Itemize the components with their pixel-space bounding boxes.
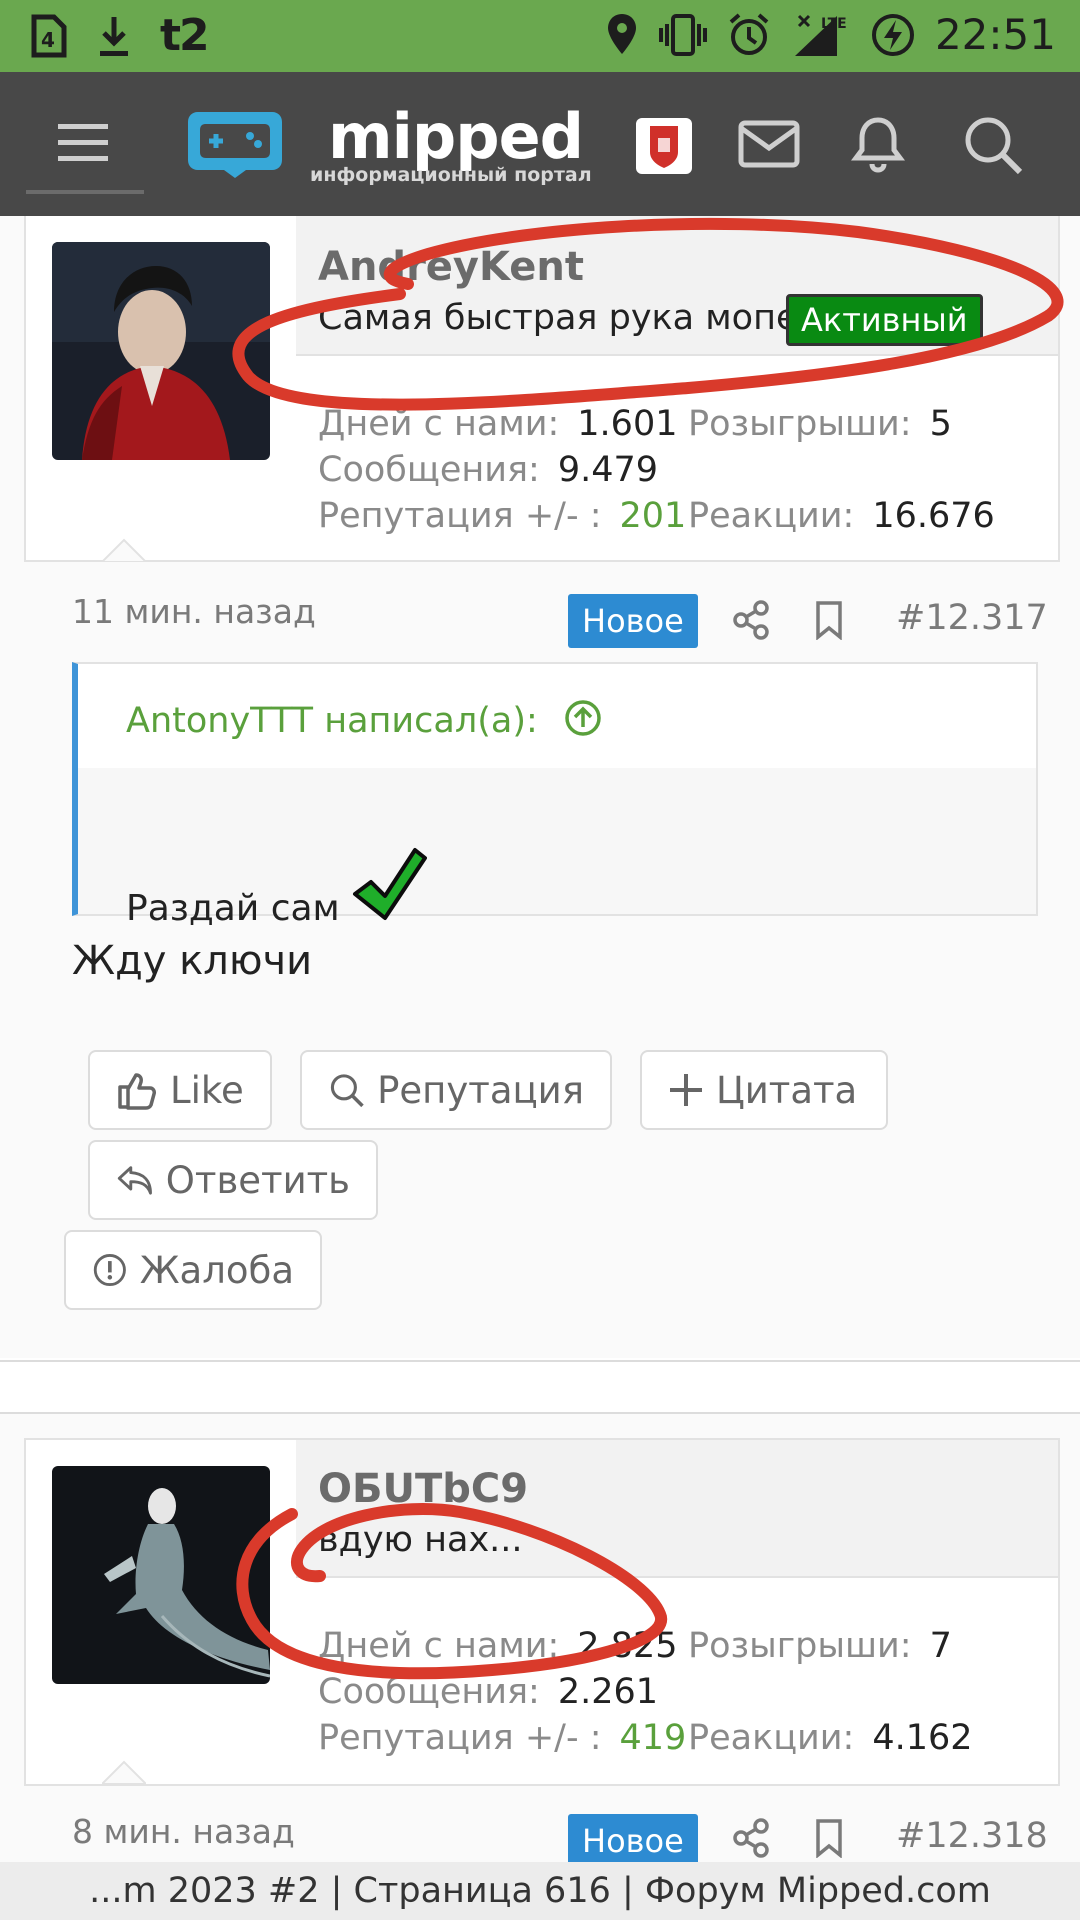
like-button[interactable]: Like	[88, 1050, 272, 1130]
post-12317: AndreyKent Самая быстрая рука мопеда Акт…	[0, 216, 1080, 1358]
report-button[interactable]: Жалоба	[64, 1230, 322, 1310]
stat-days: Дней с нами: 1.601	[318, 404, 678, 444]
bookmark-icon[interactable]	[814, 600, 844, 640]
app-bar: mipped информационный портал	[0, 72, 1080, 216]
post-time[interactable]: 8 мин. назад	[72, 1812, 295, 1851]
plus-icon	[670, 1074, 702, 1106]
quote-author[interactable]: AntonyTTT написал(а):	[126, 698, 603, 741]
card-pointer	[102, 538, 146, 562]
quote-body: Раздай сам	[78, 768, 1036, 929]
username[interactable]: ОБUТbС9	[318, 1466, 528, 1512]
stat-reputation: Репутация +/- :419	[318, 1718, 687, 1758]
stat-giveaways: Розыгрыши: 7	[688, 1626, 952, 1666]
search-icon[interactable]	[962, 114, 1024, 176]
post-number[interactable]: #12.318	[896, 1816, 1048, 1856]
checkmark-icon	[353, 848, 428, 920]
status-badge: Активный	[786, 294, 983, 346]
post-number[interactable]: #12.317	[896, 598, 1048, 638]
user-title: Самая быстрая рука мопеда	[318, 298, 844, 338]
share-icon[interactable]	[732, 600, 770, 640]
post-text: Жду ключи	[72, 938, 313, 984]
alarm-icon	[729, 12, 769, 55]
quote-text: Раздай сам	[126, 846, 428, 929]
user-head: ОБUТbС9 вдую нах...	[296, 1440, 1058, 1578]
menu-icon[interactable]	[56, 120, 112, 166]
sim-icon: 4	[31, 14, 67, 57]
download-icon	[100, 16, 128, 56]
new-badge: Новое	[568, 1814, 698, 1868]
quote-button[interactable]: Цитата	[640, 1050, 888, 1130]
reply-button[interactable]: Ответить	[88, 1140, 378, 1220]
page-title-bar: ...m 2023 #2 | Страница 616 | Форум Mipp…	[0, 1862, 1080, 1920]
stat-messages: Сообщения: 9.479	[318, 450, 659, 490]
avatar[interactable]	[52, 1466, 270, 1684]
clock: 22:51	[934, 10, 1056, 59]
reputation-button[interactable]: Репутация	[300, 1050, 612, 1130]
gamepad-logo-icon[interactable]	[186, 102, 284, 182]
thumbs-up-icon	[118, 1073, 156, 1110]
user-card: AndreyKent Самая быстрая рука мопеда Акт…	[24, 216, 1060, 562]
menu-underline	[26, 190, 144, 194]
username[interactable]: AndreyKent	[318, 244, 584, 290]
stat-reactions: Реакции: 16.676	[688, 496, 995, 536]
vibrate-icon	[658, 13, 707, 56]
card-pointer	[102, 1760, 146, 1784]
user-title: вдую нах...	[318, 1520, 523, 1560]
post-time[interactable]: 11 мин. назад	[72, 592, 316, 631]
quote-block: AntonyTTT написал(а): Раздай сам	[72, 662, 1038, 929]
post-12318: ОБUТbС9 вдую нах... Дней с нами: 2.825 Ро…	[0, 1414, 1080, 1868]
battery-charging-icon	[871, 13, 914, 56]
bookmark-icon[interactable]	[814, 1818, 844, 1858]
stat-days: Дней с нами: 2.825	[318, 1626, 678, 1666]
search-icon	[330, 1074, 364, 1108]
mail-icon[interactable]	[738, 120, 800, 168]
user-card: ОБUТbС9 вдую нах... Дней с нами: 2.825 Ро…	[24, 1438, 1060, 1786]
logo-name[interactable]: mipped	[328, 100, 584, 173]
user-head: AndreyKent Самая быстрая рука мопеда Акт…	[296, 216, 1058, 356]
carrier-label: t2	[160, 10, 210, 61]
avatar[interactable]	[52, 242, 270, 460]
logo-subtitle: информационный портал	[310, 164, 592, 186]
reply-icon	[117, 1166, 152, 1195]
bell-icon[interactable]	[850, 114, 906, 174]
stat-reactions: Реакции: 4.162	[688, 1718, 973, 1758]
alert-circle-icon	[93, 1253, 126, 1287]
new-badge: Новое	[568, 594, 698, 648]
svg-text:4: 4	[41, 28, 55, 52]
stat-reputation: Репутация +/- :201	[318, 496, 687, 536]
stat-messages: Сообщения: 2.261	[318, 1672, 659, 1712]
location-icon	[607, 13, 636, 54]
signal-icon: LTE	[794, 14, 847, 56]
share-icon[interactable]	[732, 1818, 770, 1858]
svg-text:LTE: LTE	[821, 16, 847, 32]
region-icon[interactable]	[636, 118, 692, 174]
stat-giveaways: Розыгрыши: 5	[688, 404, 952, 444]
status-bar: 4 t2 LTE 22:51	[0, 0, 1080, 72]
post-gap	[0, 1362, 1080, 1412]
arrow-up-circle-icon[interactable]	[563, 698, 603, 738]
